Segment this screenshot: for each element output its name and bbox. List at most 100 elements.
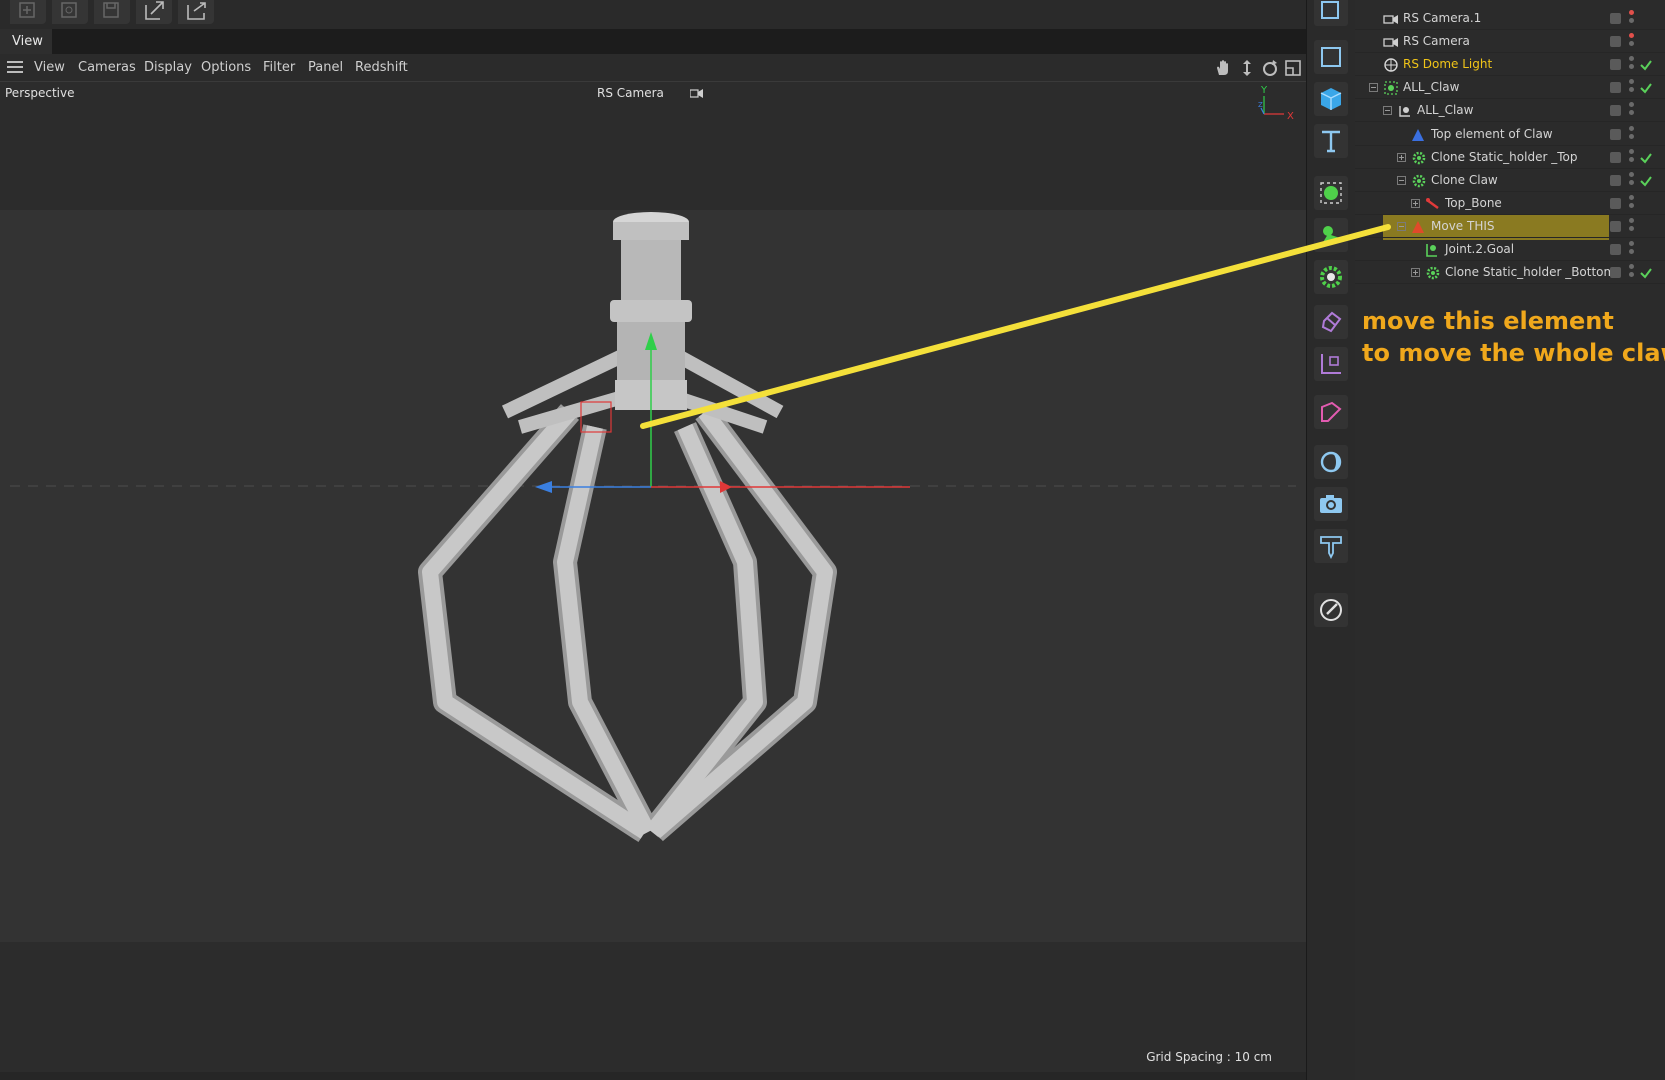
projection-label[interactable]: Perspective: [5, 86, 75, 100]
rotate-camera-icon[interactable]: [1261, 59, 1279, 77]
coordinates-button[interactable]: [1314, 347, 1348, 381]
object-name[interactable]: ALL_Claw: [1403, 76, 1459, 99]
object-row[interactable]: RS Camera: [1355, 30, 1665, 54]
object-row[interactable]: Clone Static_holder _Bottom: [1355, 261, 1665, 285]
maximize-view-icon[interactable]: [1284, 59, 1302, 77]
object-row[interactable]: Joint.2.Goal: [1355, 238, 1665, 261]
object-name[interactable]: Top_Bone: [1445, 192, 1502, 215]
layer-edit-icon[interactable]: [1610, 128, 1621, 140]
add-effector-button[interactable]: [1314, 260, 1348, 294]
expand-icon[interactable]: [1411, 268, 1420, 278]
visibility-dots-icon[interactable]: [1629, 10, 1634, 26]
spline-button[interactable]: [1314, 395, 1348, 429]
object-name[interactable]: ALL_Claw: [1417, 99, 1473, 122]
visibility-dots-icon[interactable]: [1629, 194, 1634, 211]
add-generator-button[interactable]: [1314, 176, 1348, 210]
layer-edit-icon[interactable]: [1610, 220, 1621, 232]
move-camera-icon[interactable]: [1238, 59, 1256, 77]
enabled-check-icon[interactable]: [1639, 173, 1653, 192]
visibility-dots-icon[interactable]: [1629, 217, 1634, 234]
object-row[interactable]: ALL_Claw: [1355, 99, 1665, 123]
object-name[interactable]: Clone Static_holder _Bottom: [1445, 261, 1615, 284]
object-name[interactable]: Move THIS: [1431, 215, 1495, 238]
object-name[interactable]: RS Camera: [1403, 30, 1470, 53]
enabled-check-icon[interactable]: [1639, 265, 1653, 284]
claw-mesh[interactable]: [418, 350, 837, 843]
grid-spacing-readout: Grid Spacing : 10 cm: [1146, 1050, 1272, 1064]
visibility-dots-icon[interactable]: [1629, 148, 1634, 165]
add-text-button[interactable]: [1314, 124, 1348, 158]
3d-viewport[interactable]: Perspective RS Camera Y X Z Grid Spacing…: [0, 82, 1306, 1072]
object-row[interactable]: Move THIS: [1355, 215, 1665, 238]
object-row[interactable]: Clone Claw: [1355, 169, 1665, 192]
visibility-dots-icon[interactable]: [1629, 125, 1634, 142]
pan-hand-icon[interactable]: [1214, 59, 1232, 77]
object-name[interactable]: Clone Static_holder _Top: [1431, 146, 1577, 169]
layer-edit-icon[interactable]: [1610, 197, 1621, 209]
layer-edit-icon[interactable]: [1610, 151, 1621, 163]
visibility-dots-icon[interactable]: [1629, 33, 1634, 49]
layer-edit-icon[interactable]: [1610, 105, 1621, 117]
menu-cameras[interactable]: Cameras: [78, 54, 136, 81]
visibility-dots-icon[interactable]: [1629, 171, 1634, 188]
edit-mode-button[interactable]: [1314, 593, 1348, 627]
enabled-check-icon[interactable]: [1639, 80, 1653, 99]
visibility-dots-icon[interactable]: [1629, 264, 1634, 280]
axis-orientation-gizmo: Y X Z: [1258, 85, 1294, 122]
object-name[interactable]: Top element of Claw: [1431, 123, 1553, 146]
collapse-icon[interactable]: [1383, 106, 1392, 116]
visibility-dots-icon[interactable]: [1629, 79, 1634, 95]
render-view-button[interactable]: [1314, 0, 1348, 26]
layer-edit-icon[interactable]: [1610, 36, 1621, 48]
share-button[interactable]: [178, 0, 214, 24]
expand-icon[interactable]: [1397, 152, 1406, 162]
layer-edit-icon[interactable]: [1610, 174, 1621, 186]
add-deformer-button[interactable]: [1314, 218, 1348, 252]
visibility-dots-icon[interactable]: [1629, 102, 1634, 118]
render-region-button[interactable]: [1314, 40, 1348, 74]
object-row[interactable]: Top_Bone: [1355, 192, 1665, 215]
claw-scene[interactable]: [0, 82, 1306, 1072]
enabled-check-icon[interactable]: [1639, 150, 1653, 169]
menu-redshift[interactable]: Redshift: [355, 54, 408, 81]
menu-display[interactable]: Display: [144, 54, 192, 81]
new-object-button[interactable]: [10, 0, 46, 24]
add-cube-button[interactable]: [1314, 82, 1348, 116]
object-row[interactable]: RS Camera.1: [1355, 7, 1665, 30]
layer-edit-icon[interactable]: [1610, 59, 1621, 71]
add-tag-button[interactable]: [1314, 305, 1348, 339]
menu-panel[interactable]: Panel: [308, 54, 343, 81]
camera-icon[interactable]: [690, 87, 704, 99]
hamburger-menu-icon[interactable]: [7, 61, 23, 73]
layer-edit-icon[interactable]: [1610, 13, 1621, 24]
object-row[interactable]: ALL_Claw: [1355, 76, 1665, 100]
menu-filter[interactable]: Filter: [263, 54, 295, 81]
add-camera-button[interactable]: [1314, 487, 1348, 521]
tab-view[interactable]: View: [0, 29, 52, 54]
enabled-check-icon[interactable]: [1639, 57, 1653, 76]
layer-edit-icon[interactable]: [1610, 267, 1621, 279]
export-button[interactable]: [136, 0, 172, 24]
collapse-icon[interactable]: [1397, 221, 1406, 231]
object-row[interactable]: Clone Static_holder _Top: [1355, 146, 1665, 169]
active-camera-label[interactable]: RS Camera: [597, 86, 664, 100]
object-row[interactable]: RS Dome Light: [1355, 53, 1665, 77]
expand-icon[interactable]: [1411, 198, 1420, 208]
menu-options[interactable]: Options: [201, 54, 251, 81]
object-name[interactable]: RS Camera.1: [1403, 7, 1481, 30]
add-light-button[interactable]: [1314, 445, 1348, 479]
collapse-icon[interactable]: [1369, 83, 1378, 93]
visibility-dots-icon[interactable]: [1629, 241, 1634, 257]
layer-edit-icon[interactable]: [1610, 244, 1621, 255]
menu-view[interactable]: View: [34, 54, 65, 81]
save-button[interactable]: [94, 0, 130, 24]
layer-edit-icon[interactable]: [1610, 82, 1621, 94]
visibility-dots-icon[interactable]: [1629, 56, 1634, 72]
add-floor-button[interactable]: [1314, 529, 1348, 563]
object-name[interactable]: RS Dome Light: [1403, 53, 1492, 76]
object-row[interactable]: Top element of Claw: [1355, 123, 1665, 146]
undo-button[interactable]: [52, 0, 88, 24]
object-name[interactable]: Joint.2.Goal: [1445, 238, 1514, 261]
object-name[interactable]: Clone Claw: [1431, 169, 1498, 192]
collapse-icon[interactable]: [1397, 175, 1406, 185]
